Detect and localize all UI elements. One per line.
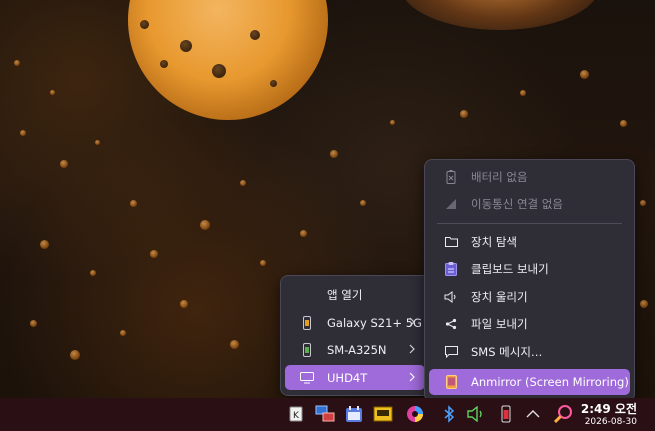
wallpaper-drop	[230, 340, 239, 349]
chevron-right-icon	[409, 372, 415, 382]
message-icon	[443, 344, 459, 360]
wallpaper-drop	[460, 110, 468, 118]
device-submenu: 배터리 없음 이동통신 연결 없음 장치 탐색 클립보드 보내기 장치 울리기 …	[424, 159, 635, 402]
open-app-label: 앱 열기	[327, 287, 363, 302]
wallpaper-drop	[130, 200, 137, 207]
wallpaper-drop	[520, 90, 526, 96]
phone-icon	[299, 342, 315, 358]
sms-message-item[interactable]: SMS 메시지…	[429, 339, 630, 364]
wallpaper-drop	[200, 220, 210, 230]
wallpaper-drop	[640, 300, 648, 308]
wallpaper-drop	[160, 60, 168, 68]
bluetooth-icon[interactable]	[437, 402, 461, 426]
wallpaper-drop	[300, 230, 307, 237]
ring-device-item[interactable]: 장치 울리기	[429, 284, 630, 309]
color-wheel-icon[interactable]	[403, 402, 427, 426]
wallpaper-drop	[150, 250, 158, 258]
wallpaper-drop	[360, 200, 366, 206]
wallpaper-drop	[70, 350, 80, 360]
wallpaper-drop	[120, 330, 126, 336]
wallpaper-drop	[30, 320, 37, 327]
screen-mirroring-label: Anmirror (Screen Mirroring)	[471, 375, 629, 389]
device-item-galaxy-s21[interactable]: Galaxy S21+ 5G	[285, 310, 425, 335]
send-clipboard-label: 클립보드 보내기	[471, 261, 549, 276]
wallpaper-drop	[250, 30, 260, 40]
cellular-status-item: 이동통신 연결 없음	[429, 191, 630, 216]
share-icon	[443, 316, 459, 332]
wallpaper-drop	[180, 40, 192, 52]
device-context-menu: 앱 열기 Galaxy S21+ 5G SM-A325N UHD4T	[280, 275, 430, 396]
browse-device-label: 장치 탐색	[471, 234, 517, 249]
send-clipboard-item[interactable]: 클립보드 보내기	[429, 256, 630, 281]
battery-status-item: 배터리 없음	[429, 164, 630, 189]
wallpaper-drop	[60, 160, 68, 168]
send-file-label: 파일 보내기	[471, 316, 528, 331]
wallpaper-drop	[330, 150, 338, 158]
battery-none-icon	[443, 169, 459, 185]
speaker-ring-icon	[443, 289, 459, 305]
wallpaper-light-orb	[128, 0, 328, 120]
wallpaper-drop	[620, 120, 627, 127]
wallpaper-drop	[50, 90, 55, 95]
ethernet-icon[interactable]	[371, 402, 395, 426]
calendar-app-icon[interactable]	[342, 402, 366, 426]
ring-device-label: 장치 울리기	[471, 289, 528, 304]
taskbar: K 2:49 오전 2026-08-30	[0, 398, 655, 431]
wallpaper-drop	[90, 270, 96, 276]
network-monitor-icon[interactable]	[313, 402, 337, 426]
wallpaper-drop	[140, 20, 149, 29]
chevron-right-icon	[409, 344, 415, 354]
monitor-icon	[299, 370, 315, 386]
phone-battery-icon[interactable]	[494, 402, 518, 426]
taskbar-clock[interactable]: 2:49 오전 2026-08-30	[567, 398, 637, 431]
send-file-item[interactable]: 파일 보내기	[429, 311, 630, 336]
folder-icon	[443, 234, 459, 250]
wallpaper-drop	[390, 120, 395, 125]
chevron-right-icon	[409, 317, 415, 327]
phone-icon	[299, 315, 315, 331]
wallpaper-drop	[180, 300, 188, 308]
wallpaper-light-glow	[400, 0, 600, 30]
chevron-up-icon[interactable]	[521, 402, 545, 426]
browse-device-item[interactable]: 장치 탐색	[429, 229, 630, 254]
no-signal-icon	[443, 196, 459, 212]
device-item-uhd4t[interactable]: UHD4T	[285, 365, 425, 390]
cellular-status-label: 이동통신 연결 없음	[471, 196, 563, 211]
wallpaper-drop	[270, 80, 277, 87]
wallpaper-drop	[260, 260, 266, 266]
wallpaper-drop	[240, 180, 246, 186]
device-item-sm-a325n[interactable]: SM-A325N	[285, 337, 425, 362]
wallpaper-drop	[14, 60, 20, 66]
wallpaper-drop	[212, 64, 226, 78]
clock-time: 2:49 오전	[580, 401, 637, 416]
clock-date: 2026-08-30	[584, 416, 637, 427]
sms-message-label: SMS 메시지…	[471, 344, 543, 359]
device-label: SM-A325N	[327, 342, 387, 357]
wallpaper-drop	[40, 240, 49, 249]
app-k-icon[interactable]: K	[284, 402, 308, 426]
volume-icon[interactable]	[464, 402, 488, 426]
mirror-icon	[443, 374, 459, 390]
wallpaper-drop	[580, 70, 589, 79]
screen-mirroring-item[interactable]: Anmirror (Screen Mirroring)	[429, 369, 630, 395]
battery-status-label: 배터리 없음	[471, 169, 528, 184]
wallpaper-drop	[20, 130, 26, 136]
wallpaper-drop	[95, 140, 100, 145]
wallpaper-drop	[640, 200, 646, 206]
device-label: UHD4T	[327, 370, 368, 385]
menu-divider	[437, 223, 622, 224]
clipboard-icon	[443, 261, 459, 277]
open-app-menu-item[interactable]: 앱 열기	[285, 282, 425, 307]
